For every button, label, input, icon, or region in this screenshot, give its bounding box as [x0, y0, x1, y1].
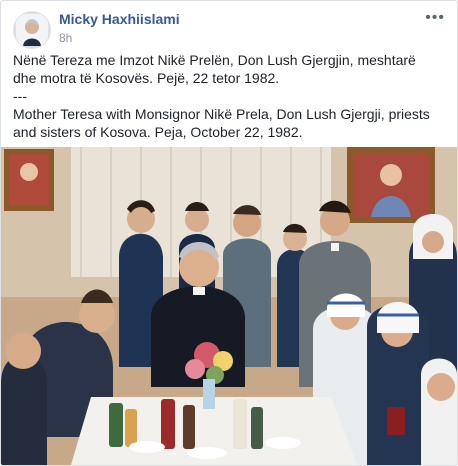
post-text-albanian: Nënë Tereza me Imzot Nikë Prelën, Don Lu… [13, 52, 416, 86]
post-text-separator: --- [13, 88, 27, 104]
post-card: Micky Haxhiislami 8h ••• Nënë Tereza me … [0, 0, 458, 466]
post-text-english: Mother Teresa with Monsignor Nikë Prela,… [13, 106, 430, 140]
post-text: Nënë Tereza me Imzot Nikë Prelën, Don Lu… [13, 51, 443, 141]
avatar[interactable] [13, 11, 51, 49]
post-timestamp[interactable]: 8h [59, 31, 72, 45]
post-photo-image [1, 147, 457, 465]
post-header: Micky Haxhiislami 8h ••• [13, 9, 445, 49]
author-name[interactable]: Micky Haxhiislami [59, 11, 180, 27]
avatar-photo [14, 12, 50, 48]
post-photo[interactable] [1, 147, 457, 465]
more-options-icon[interactable]: ••• [425, 9, 445, 27]
